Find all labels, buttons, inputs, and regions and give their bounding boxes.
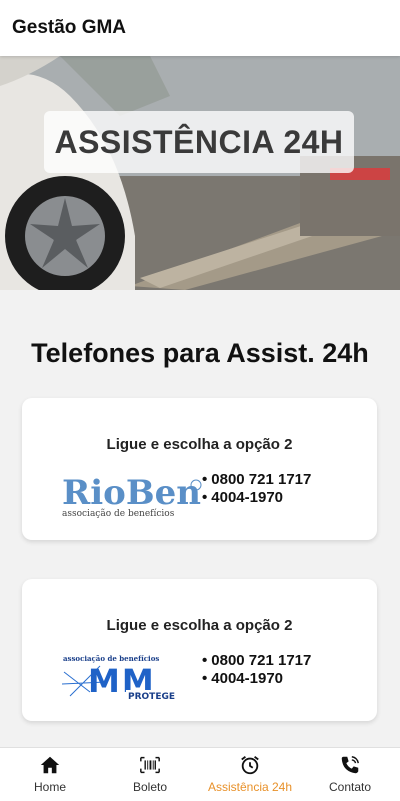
card-instruction: Ligue e escolha a opção 2	[106, 617, 293, 634]
nav-item-boleto[interactable]: Boleto	[100, 748, 200, 801]
mm-logo-badge: PROTEGE	[128, 692, 175, 702]
phone-list: • 0800 721 1717 • 4004-1970	[202, 471, 311, 507]
phone-icon	[341, 756, 359, 774]
card-instruction: Ligue e escolha a opção 2	[106, 436, 293, 453]
app-title: Gestão GMA	[12, 17, 127, 38]
hero-image: ASSISTÊNCIA 24H	[0, 56, 400, 290]
section-title: Telefones para Assist. 24h	[31, 338, 369, 368]
phone-list: • 0800 721 1717 • 4004-1970	[202, 652, 311, 688]
home-icon	[40, 756, 60, 774]
phone-number[interactable]: • 4004-1970	[202, 670, 311, 688]
bottom-navigation: Home Boleto Assistência 24h Contato	[0, 747, 400, 801]
alarm-clock-icon	[241, 756, 259, 775]
nav-item-assistencia[interactable]: Assistência 24h	[200, 748, 300, 801]
assistance-card-mm: Ligue e escolha a opção 2 associação de …	[22, 579, 377, 721]
rioben-logo-tagline: associação de benefícios	[62, 508, 175, 519]
rioben-logo: RioBen associação de benefícios	[62, 473, 202, 519]
phone-number[interactable]: • 0800 721 1717	[202, 652, 311, 670]
hero-banner: ASSISTÊNCIA 24H	[44, 111, 354, 173]
mm-protege-logo: associação de benefícios MM PROTEGE	[61, 654, 180, 702]
nav-item-contato[interactable]: Contato	[300, 748, 400, 801]
app-bar: Gestão GMA	[0, 0, 400, 56]
nav-label: Contato	[328, 780, 372, 794]
nav-label: Boleto	[132, 780, 168, 794]
rioben-logo-name: RioBen	[62, 473, 201, 513]
tow-truck-photo	[0, 56, 400, 290]
phone-number[interactable]: • 4004-1970	[202, 489, 311, 507]
barcode-icon	[140, 756, 160, 774]
phone-number[interactable]: • 0800 721 1717	[202, 471, 311, 489]
nav-item-home[interactable]: Home	[0, 748, 100, 801]
nav-label: Home	[33, 780, 66, 794]
nav-label: Assistência 24h	[207, 780, 293, 794]
assistance-card-rioben: Ligue e escolha a opção 2 RioBen associa…	[22, 398, 377, 540]
